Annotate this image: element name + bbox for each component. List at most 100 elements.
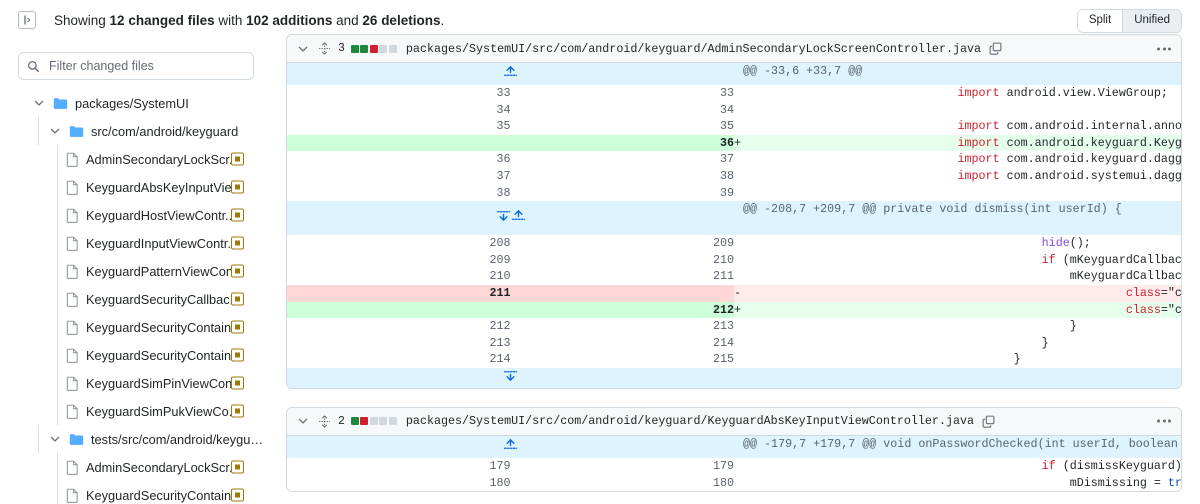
- diff-line-row[interactable]: 208209 hide();: [287, 235, 1181, 252]
- chevron-down-icon[interactable]: [297, 415, 311, 427]
- tree-file-row[interactable]: KeyguardSecurityContain...: [18, 341, 266, 369]
- viewed-checkbox[interactable]: [231, 377, 244, 390]
- diff-line-row[interactable]: 179179 if (dismissKeyguard) {: [287, 458, 1181, 475]
- diff-line-row[interactable]: 214215 }: [287, 351, 1181, 368]
- kebab-menu-icon[interactable]: [1157, 420, 1171, 423]
- tree-folder-row[interactable]: tests/src/com/android/keyguard: [18, 425, 266, 453]
- diff-line-row[interactable]: 210211 mKeyguardCallback.dismiss(class="…: [287, 268, 1181, 285]
- diff-hunk-header-row: @@ -179,7 +179,7 @@ void onPasswordCheck…: [287, 436, 1181, 458]
- copy-path-icon[interactable]: [982, 415, 995, 428]
- tree-file-row[interactable]: KeyguardPatternViewCon...: [18, 257, 266, 285]
- tree-file-row[interactable]: KeyguardSecurityContain...: [18, 313, 266, 341]
- tree-file-row[interactable]: AdminSecondaryLockScr...: [18, 453, 266, 481]
- viewed-checkbox[interactable]: [231, 405, 244, 418]
- tree-item-label: AdminSecondaryLockScr...: [86, 460, 240, 475]
- hunk-header-text: @@ -208,7 +209,7 @@ private void dismiss…: [734, 201, 1181, 235]
- diff-marker: [734, 185, 958, 202]
- tree-file-row[interactable]: KeyguardSimPukViewCo...: [18, 397, 266, 425]
- diff-line-row[interactable]: 3637import com.android.keyguard.dagger.K…: [287, 151, 1181, 168]
- diff-stat-block: [351, 45, 359, 53]
- tree-file-row[interactable]: KeyguardInputViewContr...: [18, 229, 266, 257]
- expand-down-button[interactable]: [287, 368, 734, 388]
- tree-file-row[interactable]: KeyguardSecurityCallbac...: [18, 285, 266, 313]
- tree-file-row[interactable]: KeyguardAbsKeyInputVie...: [18, 173, 266, 201]
- tree-folder-row[interactable]: src/com/android/keyguard: [18, 117, 266, 145]
- viewed-checkbox[interactable]: [231, 489, 244, 502]
- diff-marker: [734, 151, 958, 168]
- filter-changed-files-box[interactable]: [18, 52, 254, 80]
- new-line-number: 213: [511, 318, 735, 335]
- expand-context-button[interactable]: [287, 63, 734, 85]
- tree-guide-line: [57, 201, 58, 229]
- file-icon: [66, 292, 79, 307]
- diff-line-row[interactable]: 212213 }: [287, 318, 1181, 335]
- viewed-checkbox[interactable]: [231, 265, 244, 278]
- chevron-down-icon[interactable]: [47, 123, 63, 139]
- expand-down-icon[interactable]: [496, 209, 511, 222]
- diff-line-row[interactable]: 3333import android.view.ViewGroup;: [287, 85, 1181, 102]
- diff-line-row[interactable]: 3738import com.android.systemui.dagger.q…: [287, 168, 1181, 185]
- diff-marker: [734, 85, 958, 102]
- expand-up-icon[interactable]: [511, 209, 526, 222]
- expand-up-icon[interactable]: [503, 438, 518, 451]
- diff-code-line: if (mKeyguardCallback != null) {: [958, 252, 1182, 269]
- diff-line-row[interactable]: 36+import com.android.keyguard.KeyguardS…: [287, 135, 1181, 152]
- file-icon: [66, 404, 79, 419]
- tree-item-label: src/com/android/keyguard: [91, 124, 238, 139]
- kebab-menu-icon[interactable]: [1157, 47, 1171, 50]
- file-path[interactable]: packages/SystemUI/src/com/android/keygua…: [406, 414, 974, 428]
- chevron-down-icon[interactable]: [31, 95, 47, 111]
- file-icon: [66, 208, 79, 223]
- expand-context-button[interactable]: [287, 436, 734, 458]
- filter-changed-files-input[interactable]: [47, 58, 237, 74]
- diff-line-row[interactable]: 212+ class="cm">/* bypassSecondaryLockSc…: [287, 302, 1181, 319]
- tree-file-row[interactable]: KeyguardSecurityContain...: [18, 481, 266, 504]
- diff-line-row[interactable]: 211- class="cm">/* bypassSecondaryLockSc…: [287, 285, 1181, 302]
- copy-path-icon[interactable]: [989, 42, 1002, 55]
- file-icon: [66, 264, 79, 279]
- tree-file-row[interactable]: KeyguardSimPinViewCon...: [18, 369, 266, 397]
- viewed-checkbox[interactable]: [231, 237, 244, 250]
- expand-context-button[interactable]: [287, 201, 734, 235]
- tree-guide-line: [38, 425, 39, 453]
- diff-marker: [734, 252, 958, 269]
- diff-unfold-icon[interactable]: [318, 42, 331, 55]
- tree-folder-row[interactable]: packages/SystemUI: [18, 89, 266, 117]
- split-view-button[interactable]: Split: [1078, 10, 1122, 32]
- chevron-down-icon[interactable]: [297, 43, 311, 55]
- tree-file-row[interactable]: KeyguardHostViewContr...: [18, 201, 266, 229]
- viewed-checkbox[interactable]: [231, 293, 244, 306]
- tree-guide-line: [57, 453, 58, 481]
- diff-unfold-icon[interactable]: [318, 415, 331, 428]
- tree-item-label: KeyguardInputViewContr...: [86, 236, 238, 251]
- tree-guide-line: [57, 313, 58, 341]
- diff-line-row[interactable]: 3434: [287, 102, 1181, 119]
- viewed-checkbox[interactable]: [231, 181, 244, 194]
- file-icon: [66, 180, 79, 195]
- tree-item-label: KeyguardSecurityContain...: [86, 348, 242, 363]
- tree-item-label: KeyguardSimPinViewCon...: [86, 376, 243, 391]
- chevron-down-icon[interactable]: [47, 431, 63, 447]
- diff-code-line: }: [958, 335, 1182, 352]
- diff-line-row[interactable]: 3535import com.android.internal.annotati…: [287, 118, 1181, 135]
- diff-line-row[interactable]: 180180 mDismissing = true;: [287, 475, 1181, 492]
- folder-icon: [53, 97, 68, 110]
- diff-code-line: class="cm">/* bypassSecondaryLockScreen=…: [958, 285, 1182, 302]
- viewed-checkbox[interactable]: [231, 321, 244, 334]
- diff-code-line: mKeyguardCallback.dismiss(class="cm">/* …: [958, 268, 1182, 285]
- viewed-checkbox[interactable]: [231, 461, 244, 474]
- sidebar-toggle-icon[interactable]: [18, 11, 36, 29]
- viewed-checkbox[interactable]: [231, 153, 244, 166]
- diff-line-row[interactable]: 213214 }: [287, 335, 1181, 352]
- expand-up-icon[interactable]: [503, 65, 518, 78]
- expand-down-icon[interactable]: [503, 369, 518, 382]
- file-path[interactable]: packages/SystemUI/src/com/android/keygua…: [406, 42, 981, 56]
- diff-line-row[interactable]: 209210 if (mKeyguardCallback != null) {: [287, 252, 1181, 269]
- diff-line-row[interactable]: 3839: [287, 185, 1181, 202]
- unified-view-button[interactable]: Unified: [1122, 10, 1181, 32]
- viewed-checkbox[interactable]: [231, 349, 244, 362]
- viewed-checkbox[interactable]: [231, 209, 244, 222]
- diff-marker: +: [734, 135, 958, 152]
- tree-item-label: KeyguardSimPukViewCo...: [86, 404, 239, 419]
- tree-file-row[interactable]: AdminSecondaryLockScr...: [18, 145, 266, 173]
